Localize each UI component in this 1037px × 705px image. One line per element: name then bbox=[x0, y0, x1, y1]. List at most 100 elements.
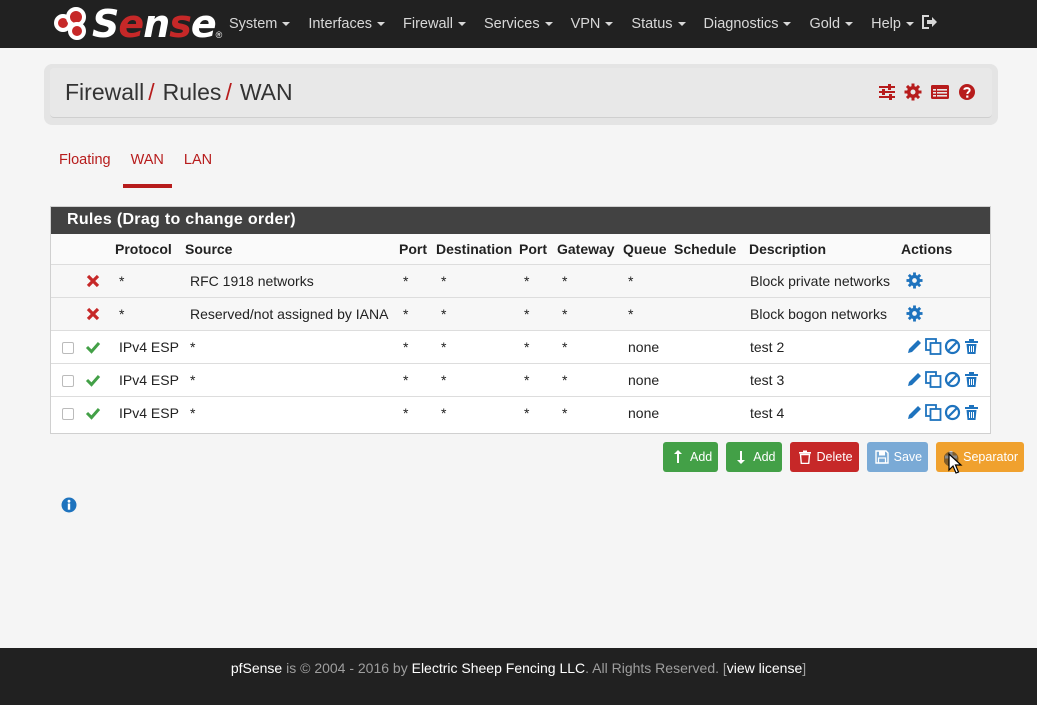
menu-services[interactable]: Services bbox=[484, 16, 553, 32]
header-destination[interactable]: Destination bbox=[436, 234, 519, 264]
menu-help-label: Help bbox=[871, 16, 901, 32]
disable-icon[interactable] bbox=[944, 404, 961, 421]
trash-icon[interactable] bbox=[963, 338, 980, 355]
menu-vpn[interactable]: VPN bbox=[571, 16, 614, 32]
trash-icon[interactable] bbox=[963, 404, 980, 421]
menu-interfaces[interactable]: Interfaces bbox=[308, 16, 386, 32]
row-checkbox[interactable] bbox=[62, 374, 74, 387]
footer-brand-link[interactable]: pfSense bbox=[231, 660, 282, 676]
chevron-down-icon bbox=[677, 22, 686, 27]
row-schedule bbox=[674, 362, 749, 396]
menu-firewall-label: Firewall bbox=[403, 16, 453, 32]
row-destination: * bbox=[436, 296, 519, 330]
row-gateway: * bbox=[557, 362, 623, 396]
chevron-down-icon bbox=[783, 22, 792, 27]
header-schedule[interactable]: Schedule bbox=[674, 234, 749, 264]
logout-icon[interactable] bbox=[920, 13, 938, 31]
help-icon[interactable] bbox=[958, 83, 976, 101]
gear-icon[interactable] bbox=[904, 83, 922, 101]
footer: pfSense is © 2004 - 2016 by Electric She… bbox=[0, 648, 1037, 705]
menu-diagnostics[interactable]: Diagnostics bbox=[704, 16, 792, 32]
delete-button[interactable]: Delete bbox=[789, 442, 859, 472]
pass-check-icon[interactable] bbox=[85, 372, 101, 388]
header-description[interactable]: Description bbox=[749, 234, 901, 264]
save-icon bbox=[874, 450, 889, 464]
header-dest-port[interactable]: Port bbox=[519, 234, 557, 264]
row-actions bbox=[901, 395, 990, 429]
tab-floating[interactable]: Floating bbox=[59, 152, 111, 188]
add-top-label: Add bbox=[690, 450, 713, 464]
log-list-icon[interactable] bbox=[930, 83, 950, 101]
save-button[interactable]: Save bbox=[866, 442, 929, 472]
pass-check-icon[interactable] bbox=[85, 405, 101, 421]
add-rule-top-button[interactable]: Add bbox=[663, 442, 719, 472]
row-action-icons bbox=[906, 371, 990, 388]
row-checkbox[interactable] bbox=[62, 408, 74, 421]
top-navbar: Sense ® System Interfaces Firewall Servi… bbox=[0, 0, 1037, 48]
table-row[interactable]: * RFC 1918 networks * * * * * Block priv… bbox=[51, 263, 990, 297]
row-gateway: * bbox=[557, 329, 623, 363]
tab-wan[interactable]: WAN bbox=[122, 152, 173, 188]
header-select bbox=[51, 234, 85, 264]
table-row[interactable]: IPv4 ESP * * * * * none test 3 bbox=[51, 362, 990, 396]
rules-table: Protocol Source Port Destination Port Ga… bbox=[51, 234, 990, 429]
breadcrumb-rules[interactable]: Rules bbox=[163, 79, 222, 105]
row-status bbox=[85, 263, 115, 297]
table-row[interactable]: * Reserved/not assigned by IANA * * * * … bbox=[51, 296, 990, 330]
edit-pencil-icon[interactable] bbox=[906, 404, 923, 421]
pf-logo-mark bbox=[52, 5, 92, 43]
row-checkbox[interactable] bbox=[62, 341, 74, 354]
row-status bbox=[85, 395, 115, 429]
info-icon[interactable] bbox=[61, 497, 77, 513]
menu-firewall[interactable]: Firewall bbox=[403, 16, 466, 32]
row-dest-port: * bbox=[519, 362, 557, 396]
tab-lan[interactable]: LAN bbox=[184, 152, 212, 188]
arrow-down-icon bbox=[735, 451, 746, 464]
menu-vpn-label: VPN bbox=[570, 16, 601, 32]
header-gateway[interactable]: Gateway bbox=[557, 234, 623, 264]
row-actions bbox=[901, 296, 990, 330]
add-rule-bottom-button[interactable]: Add bbox=[726, 442, 782, 472]
row-select bbox=[51, 395, 85, 429]
row-schedule bbox=[674, 395, 749, 429]
pass-check-icon[interactable] bbox=[85, 339, 101, 355]
menu-services-label: Services bbox=[483, 16, 540, 32]
header-protocol[interactable]: Protocol bbox=[115, 234, 185, 264]
row-select-empty bbox=[51, 296, 85, 330]
row-destination: * bbox=[436, 263, 519, 297]
copy-icon[interactable] bbox=[925, 404, 942, 422]
disable-icon[interactable] bbox=[944, 371, 961, 388]
pfsense-logo[interactable]: Sense ® bbox=[52, 4, 222, 44]
disable-icon[interactable] bbox=[944, 338, 961, 355]
row-schedule bbox=[674, 329, 749, 363]
gear-icon[interactable] bbox=[906, 305, 923, 322]
header-source[interactable]: Source bbox=[185, 234, 399, 264]
menu-status[interactable]: Status bbox=[631, 16, 686, 32]
delete-label: Delete bbox=[816, 450, 853, 464]
view-license-link[interactable]: view license bbox=[727, 660, 802, 676]
trash-icon bbox=[798, 450, 811, 464]
arrow-up-icon bbox=[672, 450, 682, 463]
gear-icon[interactable] bbox=[906, 272, 923, 289]
copy-icon[interactable] bbox=[925, 371, 942, 388]
logo-text: Sense bbox=[92, 2, 217, 46]
header-port[interactable]: Port bbox=[399, 234, 436, 264]
edit-pencil-icon[interactable] bbox=[906, 371, 923, 388]
row-port: * bbox=[399, 362, 436, 396]
menu-gold[interactable]: Gold bbox=[809, 16, 854, 32]
edit-pencil-icon[interactable] bbox=[906, 338, 923, 355]
row-destination: * bbox=[436, 329, 519, 363]
row-queue: * bbox=[623, 296, 674, 330]
sliders-icon[interactable] bbox=[878, 83, 896, 101]
footer-company-link[interactable]: Electric Sheep Fencing LLC bbox=[412, 660, 586, 676]
copy-icon[interactable] bbox=[925, 338, 942, 355]
table-row[interactable]: IPv4 ESP * * * * * none test 4 bbox=[51, 395, 990, 429]
menu-system[interactable]: System bbox=[229, 16, 291, 32]
separator-label: Separator bbox=[963, 450, 1019, 464]
footer-text: ] bbox=[802, 660, 807, 676]
breadcrumb-firewall[interactable]: Firewall bbox=[65, 79, 144, 105]
header-queue[interactable]: Queue bbox=[623, 234, 674, 264]
menu-help[interactable]: Help bbox=[871, 16, 914, 32]
trash-icon[interactable] bbox=[963, 371, 980, 388]
table-row[interactable]: IPv4 ESP * * * * * none test 2 bbox=[51, 329, 990, 363]
